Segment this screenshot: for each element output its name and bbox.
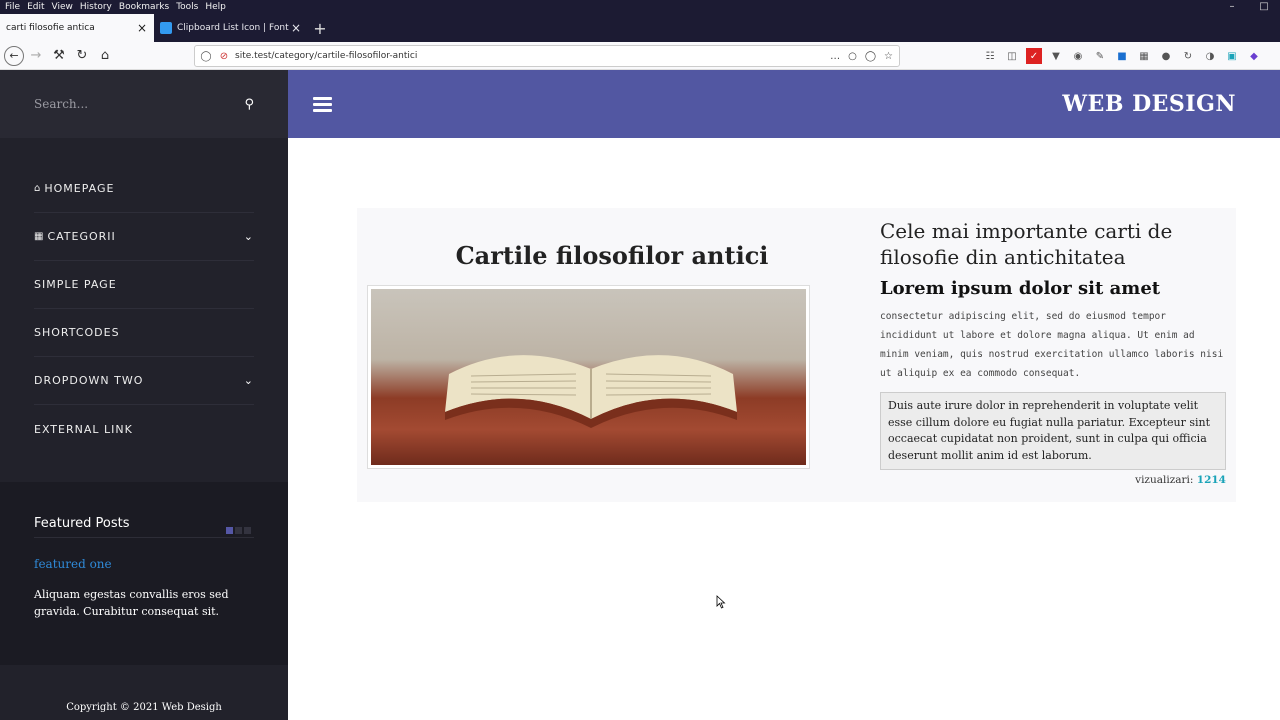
featured-post-excerpt: Aliquam egestas convallis eros sed gravi… xyxy=(34,588,229,618)
book-illustration xyxy=(445,355,737,428)
menu-tools[interactable]: Tools xyxy=(173,2,201,12)
account-icon[interactable]: ◉ xyxy=(1070,48,1086,64)
bulb-icon[interactable]: ○ xyxy=(848,51,857,62)
post-title[interactable]: Cartile filosofilor antici xyxy=(357,241,867,270)
sidebar-item-categorii[interactable]: ▦ CATEGORII ⌄ xyxy=(34,213,254,261)
copyright: Copyright © 2021 Web Desigh xyxy=(66,702,222,713)
extension-globe-icon[interactable]: ◑ xyxy=(1202,48,1218,64)
restore-icon[interactable]: □ xyxy=(1248,0,1280,14)
carousel-dot[interactable] xyxy=(244,527,251,534)
menu-bookmarks[interactable]: Bookmarks xyxy=(116,2,172,12)
featured-title: Featured Posts xyxy=(34,516,130,531)
shield-icon[interactable]: ◯ xyxy=(199,51,213,62)
site-brand[interactable]: WEB DESIGN xyxy=(1062,91,1236,117)
more-actions-icon[interactable]: … xyxy=(830,51,840,62)
sidebar-item-label: HOMEPAGE xyxy=(44,182,115,195)
menu-view[interactable]: View xyxy=(49,2,76,12)
sidebar-item-label: EXTERNAL LINK xyxy=(34,422,133,436)
window-controls: – □ xyxy=(1216,0,1280,14)
sidebar-item-label: DROPDOWN TWO xyxy=(34,374,144,387)
browser-navbar: ← → ⚒ ↻ ⌂ ◯ ⊘ site.test/category/cartile… xyxy=(0,42,1280,70)
insecure-lock-icon[interactable]: ⊘ xyxy=(217,51,231,62)
tab-clipboard-icon[interactable]: Clipboard List Icon | Font Awe × xyxy=(154,14,308,42)
extension-circle-icon[interactable]: ● xyxy=(1158,48,1174,64)
extension-square-icon[interactable]: ▣ xyxy=(1224,48,1240,64)
open-book-image xyxy=(371,289,806,465)
sidebar-item-label: SIMPLE PAGE xyxy=(34,278,117,291)
post-heading: Cele mai importante carti de filosofie d… xyxy=(880,219,1173,269)
post-card: Cartile filosofilor antici Cele mai impo… xyxy=(357,208,1236,502)
post-subheading: Lorem ipsum dolor sit amet xyxy=(880,278,1161,299)
browser-menubar: File Edit View History Bookmarks Tools H… xyxy=(0,0,1280,14)
tab-label: carti filosofie antica xyxy=(6,23,95,33)
sidebar-item-dropdown-two[interactable]: DROPDOWN TWO ⌄ xyxy=(34,357,254,405)
extension-blue-icon[interactable]: ■ xyxy=(1114,48,1130,64)
url-bar[interactable]: ◯ ⊘ site.test/category/cartile-filosofil… xyxy=(194,45,900,67)
carousel-dot[interactable] xyxy=(226,527,233,534)
site-header: WEB DESIGN xyxy=(288,70,1280,138)
sidebar: Search... ⚲ ⌂ HOMEPAGE ▦ CATEGORII ⌄ SIMPL… xyxy=(0,70,288,720)
back-icon[interactable]: ← xyxy=(4,45,24,66)
extension-grid-icon[interactable]: ▦ xyxy=(1136,48,1152,64)
post-details: Cele mai importante carti de filosofie d… xyxy=(880,218,1226,486)
menu-edit[interactable]: Edit xyxy=(24,2,47,12)
carousel-dot[interactable] xyxy=(235,527,242,534)
divider xyxy=(34,537,254,538)
chevron-down-icon[interactable]: ⌄ xyxy=(244,374,254,387)
search-box[interactable]: Search... ⚲ xyxy=(0,70,288,138)
wrench-icon[interactable]: ⚒ xyxy=(48,45,70,67)
sidebar-icon[interactable]: ◫ xyxy=(1004,48,1020,64)
new-tab-icon[interactable]: + xyxy=(308,14,332,42)
sidebar-item-homepage[interactable]: ⌂ HOMEPAGE xyxy=(34,165,254,213)
views-count: 1214 xyxy=(1196,474,1226,486)
url-text[interactable]: site.test/category/cartile-filosofilor-a… xyxy=(235,51,830,61)
extension-red-icon[interactable]: ✓ xyxy=(1026,48,1042,64)
toolbar-icons: ☷ ◫ ✓ ▼ ◉ ✎ ■ ▦ ● ↻ ◑ ▣ ◆ xyxy=(982,48,1262,64)
bookmark-star-icon[interactable]: ☆ xyxy=(884,51,893,62)
carousel-dots xyxy=(226,527,251,534)
font-awesome-favicon-icon xyxy=(160,22,172,34)
sidebar-nav: ⌂ HOMEPAGE ▦ CATEGORII ⌄ SIMPLE PAGE SHORT… xyxy=(34,165,254,453)
pocket-icon[interactable]: ◯ xyxy=(865,51,876,62)
search-input[interactable]: Search... xyxy=(34,97,244,111)
post-quote: Duis aute irure dolor in reprehenderit i… xyxy=(880,392,1226,470)
sidebar-item-external-link[interactable]: EXTERNAL LINK xyxy=(34,405,254,453)
extension-v-icon[interactable]: ▼ xyxy=(1048,48,1064,64)
home-icon[interactable]: ⌂ xyxy=(94,45,116,67)
tab-carti-filosofie[interactable]: carti filosofie antica × xyxy=(0,14,154,42)
hamburger-menu-icon[interactable] xyxy=(313,97,332,112)
forward-icon[interactable]: → xyxy=(25,45,47,67)
clipboard-icon: ▦ xyxy=(34,231,45,242)
search-icon[interactable]: ⚲ xyxy=(244,97,254,112)
tab-label: Clipboard List Icon | Font Awe xyxy=(177,23,290,33)
views-label: vizualizari: xyxy=(1135,474,1194,486)
chevron-down-icon[interactable]: ⌄ xyxy=(244,230,254,243)
tab-bar: carti filosofie antica × Clipboard List … xyxy=(0,14,1280,42)
reload-icon[interactable]: ↻ xyxy=(71,45,93,67)
sidebar-item-label: SHORTCODES xyxy=(34,326,120,339)
minimize-icon[interactable]: – xyxy=(1216,0,1248,14)
close-tab-icon[interactable]: × xyxy=(136,21,148,35)
menu-file[interactable]: File xyxy=(2,2,23,12)
close-tab-icon[interactable]: × xyxy=(290,21,302,35)
menu-help[interactable]: Help xyxy=(202,2,229,12)
extension-purple-icon[interactable]: ◆ xyxy=(1246,48,1262,64)
featured-posts: Featured Posts featured one Aliquam eges… xyxy=(0,482,288,665)
sidebar-item-label: CATEGORII xyxy=(47,230,116,243)
sidebar-item-shortcodes[interactable]: SHORTCODES xyxy=(34,309,254,357)
sidebar-item-simple-page[interactable]: SIMPLE PAGE xyxy=(34,261,254,309)
featured-post-link[interactable]: featured one xyxy=(34,557,112,571)
eyedropper-icon[interactable]: ✎ xyxy=(1092,48,1108,64)
home-icon: ⌂ xyxy=(34,183,42,194)
post-body: consectetur adipiscing elit, sed do eius… xyxy=(880,311,1224,379)
mouse-cursor-icon xyxy=(716,595,726,609)
extension-refresh-icon[interactable]: ↻ xyxy=(1180,48,1196,64)
menu-history[interactable]: History xyxy=(77,2,115,12)
post-image[interactable] xyxy=(367,285,810,469)
views-counter: vizualizari: 1214 xyxy=(880,474,1226,486)
library-icon[interactable]: ☷ xyxy=(982,48,998,64)
